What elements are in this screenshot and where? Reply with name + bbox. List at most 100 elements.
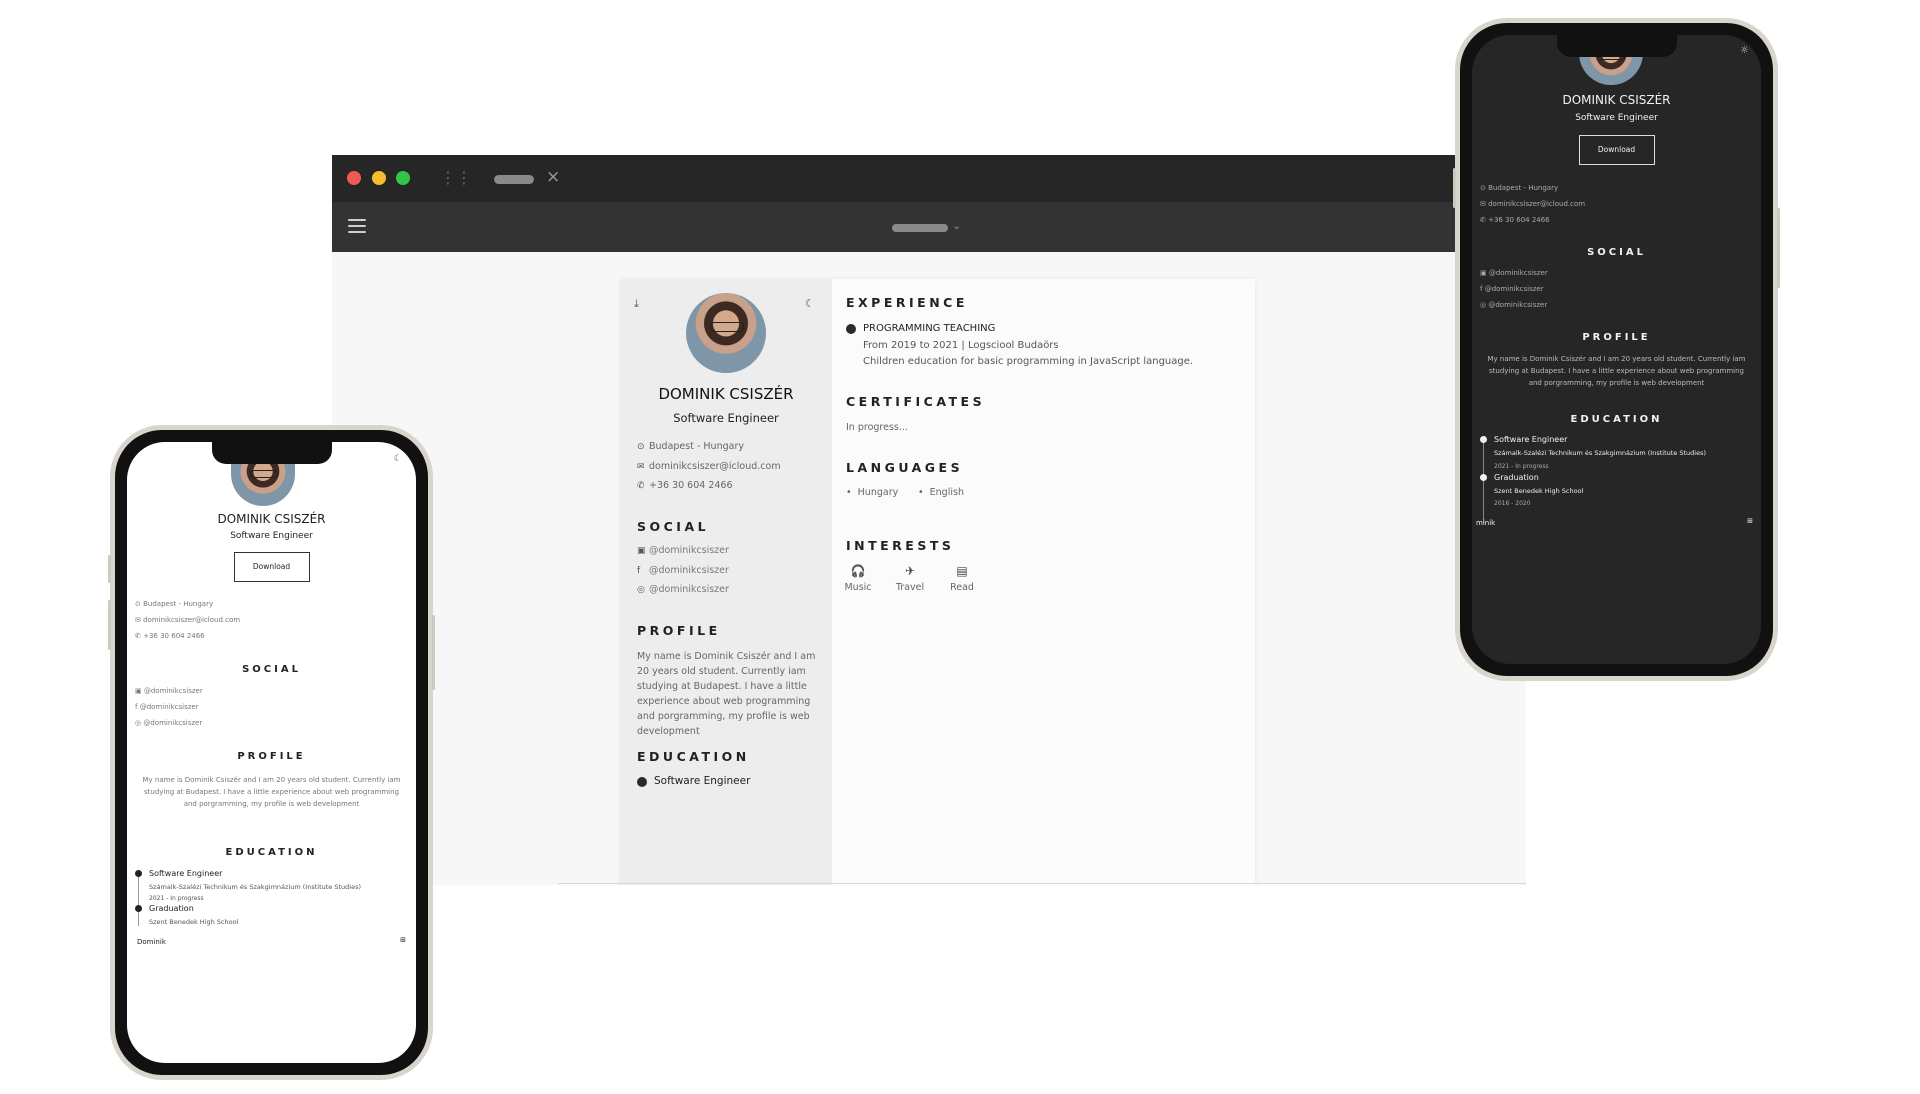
social-facebook[interactable]: f @dominikcsiszer bbox=[1480, 285, 1544, 293]
language-label: Hungary bbox=[857, 487, 899, 498]
phone-icon: ✆ bbox=[1480, 216, 1486, 224]
location-row: ⊙ Budapest - Hungary bbox=[135, 600, 213, 608]
interest-music: 🎧 Music bbox=[838, 564, 878, 593]
languages-heading: LANGUAGES bbox=[846, 460, 964, 475]
social-handle[interactable]: @dominikcsiszer bbox=[1485, 285, 1544, 293]
phone-name: DOMINIK CSISZÉR bbox=[217, 512, 326, 526]
tab-close-icon[interactable]: × bbox=[546, 167, 560, 187]
linkedin-icon: ▣ bbox=[135, 687, 142, 695]
location-icon: ⊙ bbox=[637, 442, 645, 452]
social-handle[interactable]: @dominikcsiszer bbox=[1489, 269, 1548, 277]
social-handle[interactable]: @dominikcsiszer bbox=[144, 687, 203, 695]
phone-text[interactable]: +36 30 604 2466 bbox=[1488, 216, 1550, 224]
profile-text: My name is Dominik Csiszér and I am 20 y… bbox=[637, 651, 816, 737]
grid-icon[interactable]: ⊞ bbox=[400, 936, 406, 944]
social-instagram[interactable]: ◎ @dominikcsiszer bbox=[1480, 301, 1547, 309]
phone-row[interactable]: ✆ +36 30 604 2466 bbox=[1480, 216, 1550, 224]
location-icon: ⊙ bbox=[135, 600, 141, 608]
timeline-dot bbox=[135, 870, 142, 877]
linkedin-icon: ▣ bbox=[637, 546, 646, 556]
location-row: ⊙ Budapest - Hungary bbox=[637, 441, 744, 452]
phone-row[interactable]: ✆ +36 30 604 2466 bbox=[637, 480, 733, 491]
experience-dot bbox=[846, 324, 856, 334]
education-title: Graduation bbox=[1494, 473, 1539, 482]
facebook-icon: f bbox=[637, 566, 641, 576]
education-school: Szent Benedek High School bbox=[149, 918, 239, 926]
email-row[interactable]: ✉ dominikcsiszer@icloud.com bbox=[135, 616, 240, 624]
email-text[interactable]: dominikcsiszer@icloud.com bbox=[143, 616, 240, 624]
interests-heading: INTERESTS bbox=[846, 538, 955, 553]
interest-read: ▤ Read bbox=[942, 564, 982, 593]
social-heading: SOCIAL bbox=[637, 519, 710, 534]
side-button bbox=[1777, 208, 1780, 288]
education-dates: 2021 - In progress bbox=[1494, 463, 1549, 470]
menu-icon[interactable] bbox=[348, 219, 366, 233]
download-button[interactable]: Download bbox=[233, 552, 310, 582]
phone-row[interactable]: ✆ +36 30 604 2466 bbox=[135, 632, 205, 640]
email-row[interactable]: ✉ dominikcsiszer@icloud.com bbox=[637, 461, 781, 472]
phone-role: Software Engineer bbox=[1575, 113, 1658, 123]
email-text[interactable]: dominikcsiszer@icloud.com bbox=[649, 461, 781, 472]
book-icon: ▤ bbox=[956, 564, 968, 578]
interest-travel: ✈ Travel bbox=[890, 564, 930, 593]
social-linkedin[interactable]: ▣ @dominikcsiszer bbox=[637, 545, 729, 556]
social-handle[interactable]: @dominikcsiszer bbox=[649, 584, 729, 595]
education-heading: EDUCATION bbox=[225, 847, 318, 858]
bottom-label: minik bbox=[1476, 519, 1496, 527]
profile-heading: PROFILE bbox=[637, 623, 721, 638]
browser-titlebar: ⋮⋮ × bbox=[332, 155, 1526, 202]
social-handle[interactable]: @dominikcsiszer bbox=[649, 545, 729, 556]
profile-heading: PROFILE bbox=[1582, 332, 1651, 343]
side-button bbox=[1453, 168, 1456, 208]
social-handle[interactable]: @dominikcsiszer bbox=[649, 565, 729, 576]
education-title: Software Engineer bbox=[654, 775, 751, 787]
phone-dark: ☼ DOMINIK CSISZÉR Software Engineer Down… bbox=[1453, 18, 1780, 681]
facebook-icon: f bbox=[135, 703, 138, 711]
phone-text[interactable]: +36 30 604 2466 bbox=[649, 480, 733, 491]
phone-bezel: ☾ DOMINIK CSISZÉR Software Engineer Down… bbox=[115, 430, 428, 1075]
interest-label: Read bbox=[950, 582, 974, 593]
figma-icon[interactable]: ⋮⋮ bbox=[440, 169, 472, 187]
side-button bbox=[108, 600, 111, 650]
browser-tab[interactable] bbox=[494, 175, 534, 184]
language-label: English bbox=[929, 487, 964, 498]
avatar bbox=[686, 293, 766, 373]
social-facebook[interactable]: f @dominikcsiszer bbox=[135, 703, 199, 711]
education-title: Software Engineer bbox=[1494, 435, 1568, 444]
phone-screen: ☼ DOMINIK CSISZÉR Software Engineer Down… bbox=[1472, 35, 1761, 664]
theme-toggle-icon[interactable]: ☾ bbox=[394, 454, 402, 464]
social-linkedin[interactable]: ▣ @dominikcsiszer bbox=[1480, 269, 1548, 277]
grid-icon[interactable]: ⊞ bbox=[1747, 517, 1753, 525]
download-button[interactable]: Download bbox=[1578, 135, 1655, 165]
email-row[interactable]: ✉ dominikcsiszer@icloud.com bbox=[1480, 200, 1585, 208]
social-handle[interactable]: @dominikcsiszer bbox=[140, 703, 199, 711]
experience-heading: EXPERIENCE bbox=[846, 295, 968, 310]
facebook-icon: f bbox=[1480, 285, 1483, 293]
maximize-window-button[interactable] bbox=[396, 171, 410, 185]
education-heading: EDUCATION bbox=[1570, 414, 1663, 425]
language-item: • English bbox=[918, 487, 964, 498]
side-button bbox=[108, 555, 111, 583]
minimize-window-button[interactable] bbox=[372, 171, 386, 185]
phone-light: ☾ DOMINIK CSISZÉR Software Engineer Down… bbox=[108, 425, 435, 1080]
social-linkedin[interactable]: ▣ @dominikcsiszer bbox=[135, 687, 203, 695]
phone-icon: ✆ bbox=[135, 632, 141, 640]
social-instagram[interactable]: ◎ @dominikcsiszer bbox=[637, 584, 729, 595]
theme-toggle-icon[interactable]: ☾ bbox=[805, 297, 815, 310]
address-bar[interactable] bbox=[892, 224, 948, 232]
chevron-down-icon[interactable]: ⌄ bbox=[952, 218, 961, 234]
experience-meta: From 2019 to 2021 | Logsciool Budaörs bbox=[863, 340, 1059, 351]
social-facebook[interactable]: f @dominikcsiszer bbox=[637, 565, 729, 576]
social-handle[interactable]: @dominikcsiszer bbox=[1488, 301, 1547, 309]
email-text[interactable]: dominikcsiszer@icloud.com bbox=[1488, 200, 1585, 208]
close-window-button[interactable] bbox=[347, 171, 361, 185]
divider bbox=[558, 883, 1526, 884]
download-icon[interactable]: ⤓ bbox=[634, 297, 639, 311]
phone-icon: ✆ bbox=[637, 481, 645, 491]
social-instagram[interactable]: ◎ @dominikcsiszer bbox=[135, 719, 202, 727]
side-button bbox=[432, 615, 435, 690]
location-row: ⊙ Budapest - Hungary bbox=[1480, 184, 1558, 192]
social-handle[interactable]: @dominikcsiszer bbox=[143, 719, 202, 727]
phone-text[interactable]: +36 30 604 2466 bbox=[143, 632, 205, 640]
sun-icon[interactable]: ☼ bbox=[1740, 45, 1749, 56]
